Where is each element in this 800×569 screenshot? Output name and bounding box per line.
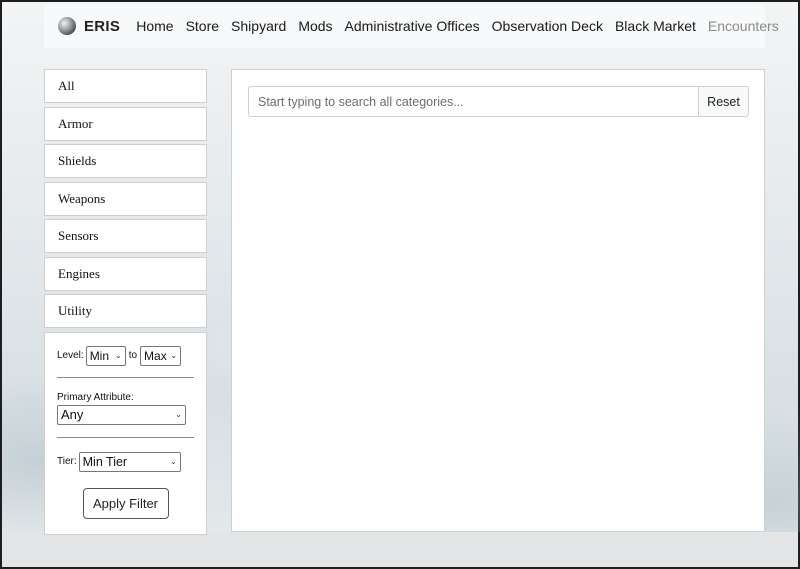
category-shields[interactable]: Shields — [44, 144, 207, 178]
search-input[interactable] — [248, 86, 698, 117]
category-armor[interactable]: Armor — [44, 106, 207, 141]
filter-divider — [57, 436, 194, 438]
tier-label: Tier: — [57, 456, 77, 467]
brand[interactable]: ERIS — [58, 17, 120, 35]
category-weapons[interactable]: Weapons — [44, 181, 207, 216]
level-row: Level: Min ⌄ to Max ⌄ — [57, 345, 194, 366]
category-sensors[interactable]: Sensors — [44, 219, 207, 253]
planet-logo-icon — [58, 17, 76, 35]
level-max-select[interactable]: Max ⌄ — [140, 345, 182, 366]
top-navbar: ERIS Home Store Shipyard Mods Administra… — [44, 4, 779, 48]
brand-name: ERIS — [84, 17, 121, 35]
tier-row: Tier: Min Tier ⌄ — [57, 451, 194, 472]
chevron-down-icon: ⌄ — [170, 350, 178, 360]
level-label: Level: — [57, 350, 84, 361]
apply-filter-button[interactable]: Apply Filter — [82, 487, 169, 519]
search-group: Reset — [248, 86, 749, 117]
category-all[interactable]: All — [44, 69, 207, 103]
primary-attribute-label: Primary Attribute: — [57, 391, 134, 403]
nav-link-administrative-offices[interactable]: Administrative Offices — [345, 18, 480, 34]
category-utility[interactable]: Utility — [44, 294, 207, 328]
level-min-select[interactable]: Min ⌄ — [85, 345, 126, 366]
level-min-value: Min — [89, 348, 110, 363]
filter-panel: Level: Min ⌄ to Max ⌄ Primary Attribute:… — [44, 331, 207, 535]
nav-link-black-market[interactable]: Black Market — [615, 18, 696, 34]
level-to-label: to — [128, 350, 138, 361]
category-engines[interactable]: Engines — [44, 256, 207, 291]
chevron-down-icon: ⌄ — [114, 350, 122, 360]
nav-link-encounters[interactable]: Encounters — [708, 18, 779, 34]
primary-attribute-select[interactable]: Any ⌄ — [57, 404, 186, 425]
nav-link-observation-deck[interactable]: Observation Deck — [492, 18, 603, 34]
nav-link-home[interactable]: Home — [136, 18, 173, 34]
primary-attribute-value: Any — [61, 407, 84, 422]
reset-button[interactable]: Reset — [698, 86, 749, 117]
tier-select[interactable]: Min Tier ⌄ — [78, 451, 181, 472]
chevron-down-icon: ⌄ — [169, 456, 177, 466]
nav-link-store[interactable]: Store — [186, 18, 219, 34]
category-sidebar: All Armor Shields Weapons Sensors Engine… — [44, 69, 207, 535]
footer-band — [2, 533, 798, 567]
nav-link-shipyard[interactable]: Shipyard — [231, 18, 286, 34]
filter-divider — [57, 376, 194, 378]
results-panel: Reset — [231, 69, 765, 532]
chevron-down-icon: ⌄ — [175, 409, 182, 419]
level-max-value: Max — [144, 348, 167, 363]
tier-value: Min Tier — [82, 454, 128, 469]
nav-link-mods[interactable]: Mods — [298, 18, 332, 34]
